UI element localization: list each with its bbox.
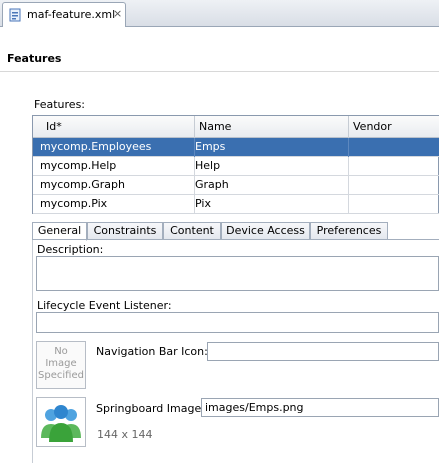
nav-bar-icon-preview[interactable]: No Image Specified: [36, 341, 86, 389]
column-header-vendor[interactable]: Vendor: [349, 116, 439, 138]
editor-tab-maf-feature[interactable]: maf-feature.xml ×: [2, 2, 126, 27]
table-row[interactable]: mycomp.Employees Emps: [33, 138, 439, 157]
cell-id: mycomp.Employees: [33, 138, 195, 157]
close-tab-icon[interactable]: ×: [113, 7, 122, 20]
cell-id: mycomp.Graph: [33, 176, 195, 195]
no-image-text: Image: [45, 358, 77, 369]
springboard-image-label: Springboard Image:: [96, 402, 205, 415]
description-label: Description:: [37, 243, 104, 256]
cell-vendor: [349, 157, 439, 176]
cell-vendor: [349, 195, 439, 214]
cell-name: Emps: [195, 138, 349, 157]
no-image-text: Specified: [38, 370, 84, 381]
lifecycle-listener-label: Lifecycle Event Listener:: [37, 299, 172, 312]
column-header-id[interactable]: Id*: [33, 116, 195, 138]
tab-constraints[interactable]: Constraints: [87, 222, 163, 240]
springboard-image-field[interactable]: images/Emps.png: [201, 398, 439, 417]
table-row[interactable]: mycomp.Pix Pix: [33, 195, 439, 214]
column-header-name[interactable]: Name: [195, 116, 349, 138]
nav-bar-icon-label: Navigation Bar Icon:: [96, 345, 208, 358]
page-title: Features: [7, 52, 62, 65]
cell-vendor: [349, 176, 439, 195]
table-row[interactable]: mycomp.Graph Graph: [33, 176, 439, 195]
tab-content[interactable]: Content: [163, 222, 221, 240]
cell-name: Help: [195, 157, 349, 176]
tab-device-access[interactable]: Device Access: [221, 222, 310, 240]
description-field[interactable]: [36, 256, 439, 291]
table-header: Id* Name Vendor: [33, 116, 439, 138]
features-table: Id* Name Vendor mycomp.Employees Emps my…: [32, 115, 439, 214]
people-group-icon: [41, 405, 81, 442]
springboard-image-size: 144 x 144: [97, 428, 153, 441]
editor-tab-bar: maf-feature.xml ×: [0, 0, 439, 27]
cell-name: Pix: [195, 195, 349, 214]
springboard-image-preview[interactable]: [36, 397, 86, 447]
editor-tab-label: maf-feature.xml: [27, 8, 116, 21]
tab-underline: [32, 239, 439, 240]
cell-name: Graph: [195, 176, 349, 195]
cell-id: mycomp.Pix: [33, 195, 195, 214]
table-row[interactable]: mycomp.Help Help: [33, 157, 439, 176]
header-divider: [0, 71, 439, 72]
features-label: Features:: [34, 98, 86, 111]
no-image-text: No: [54, 346, 68, 357]
cell-id: mycomp.Help: [33, 157, 195, 176]
xml-file-icon: [9, 8, 21, 22]
cell-vendor: [349, 138, 439, 157]
panel-border: [32, 240, 33, 463]
nav-bar-icon-field[interactable]: [207, 342, 439, 361]
lifecycle-listener-field[interactable]: [36, 312, 439, 333]
tab-preferences[interactable]: Preferences: [310, 222, 388, 240]
